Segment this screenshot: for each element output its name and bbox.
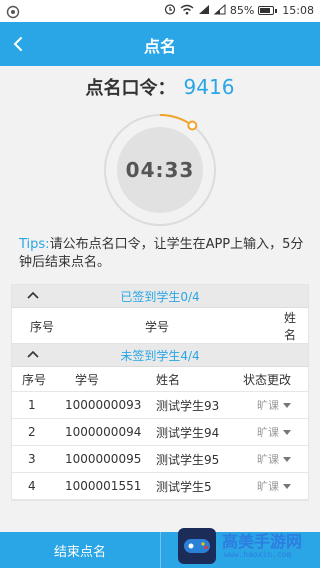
gamepad-logo-icon (178, 528, 216, 564)
status-dropdown[interactable]: 旷课 (257, 451, 291, 467)
unsigned-table: 序号 学号 姓名 状态更改 1 1000000093 测试学生93 旷课 2 1… (12, 367, 308, 500)
rollcall-code: 9416 (183, 75, 235, 99)
col-index: 序号 (12, 367, 59, 392)
countdown-timer: 04:33 (102, 112, 218, 228)
timer-progress-knob (187, 120, 198, 131)
unsigned-section-title: 未签到学生4/4 (120, 349, 200, 363)
row-name: 测试学生94 (146, 418, 237, 446)
wifi-icon (180, 4, 194, 18)
signed-section-header[interactable]: 已签到学生0/4 (12, 285, 308, 308)
caret-down-icon (283, 429, 291, 435)
page-title: 点名 (143, 37, 176, 56)
col-student-id: 学号 (101, 308, 240, 345)
status-dropdown[interactable]: 旷课 (257, 478, 291, 494)
row-index: 4 (12, 472, 59, 500)
rollcall-code-label: 点名口令： (85, 78, 176, 99)
timer-time: 04:33 (125, 158, 195, 182)
caret-down-icon (283, 402, 291, 408)
row-index: 1 (12, 391, 59, 419)
top-bar: 点名 (0, 22, 320, 66)
watermark-url: www.haoxin.com (224, 550, 292, 559)
col-name: 姓名 (240, 308, 308, 345)
status-dropdown[interactable]: 旷课 (257, 424, 291, 440)
table-row: 1 1000000093 测试学生93 旷课 (12, 391, 308, 419)
end-rollcall-button[interactable]: 结束点名 (0, 532, 160, 568)
tips-body: 请公布点名口令，让学生在APP上输入，5分钟后结束点名。 (19, 237, 304, 270)
battery-percent: 85% (229, 4, 255, 17)
col-student-id: 学号 (59, 367, 146, 392)
watermark-text: 高美手游网 (222, 532, 303, 551)
row-student-id: 1000001551 (59, 472, 146, 500)
timer-face: 04:33 (117, 127, 203, 213)
signal-4g-icon (198, 4, 210, 18)
signed-section: 已签到学生0/4 序号 学号 姓名 (11, 284, 309, 346)
status-value: 旷课 (257, 453, 279, 466)
row-student-id: 1000000094 (59, 418, 146, 446)
notification-icon (6, 4, 20, 19)
col-name: 姓名 (146, 367, 237, 392)
unsigned-section: 未签到学生4/4 序号 学号 姓名 状态更改 1 1000000093 测试学生… (11, 343, 309, 501)
row-index: 3 (12, 445, 59, 473)
signed-section-title: 已签到学生0/4 (120, 290, 200, 304)
signed-table: 序号 学号 姓名 (12, 308, 308, 345)
row-name: 测试学生5 (146, 472, 237, 500)
tips-label: Tips: (19, 237, 50, 252)
table-row: 4 1000001551 测试学生5 旷课 (12, 472, 308, 500)
battery-icon (258, 6, 278, 15)
status-value: 旷课 (257, 480, 279, 493)
signal-2g-icon (213, 3, 226, 18)
rollcall-code-row: 点名口令： 9416 (0, 74, 320, 100)
bottom-divider (160, 532, 161, 568)
status-value: 旷课 (257, 399, 279, 412)
alarm-icon (164, 3, 176, 18)
row-index: 2 (12, 418, 59, 446)
row-student-id: 1000000095 (59, 445, 146, 473)
watermark: 高美手游网 www.haoxin.com (176, 522, 316, 568)
tips-text: Tips:请公布点名口令，让学生在APP上输入，5分钟后结束点名。 (19, 236, 309, 272)
status-bar: 85% 15:08 (0, 0, 320, 22)
caret-down-icon (283, 483, 291, 489)
unsigned-section-header[interactable]: 未签到学生4/4 (12, 344, 308, 367)
caret-down-icon (283, 456, 291, 462)
row-name: 测试学生93 (146, 391, 237, 419)
status-value: 旷课 (257, 426, 279, 439)
row-name: 测试学生95 (146, 445, 237, 473)
main-content: 点名口令： 9416 04:33 Tips:请公布点名口令，让学生在APP上输入，… (0, 66, 320, 532)
clock: 15:08 (282, 4, 314, 17)
timer-progress-arc (159, 114, 193, 127)
row-student-id: 1000000093 (59, 391, 146, 419)
table-row: 3 1000000095 测试学生95 旷课 (12, 445, 308, 473)
col-status: 状态更改 (237, 367, 308, 392)
table-row: 2 1000000094 测试学生94 旷课 (12, 418, 308, 446)
col-index: 序号 (12, 308, 101, 345)
status-dropdown[interactable]: 旷课 (257, 397, 291, 413)
